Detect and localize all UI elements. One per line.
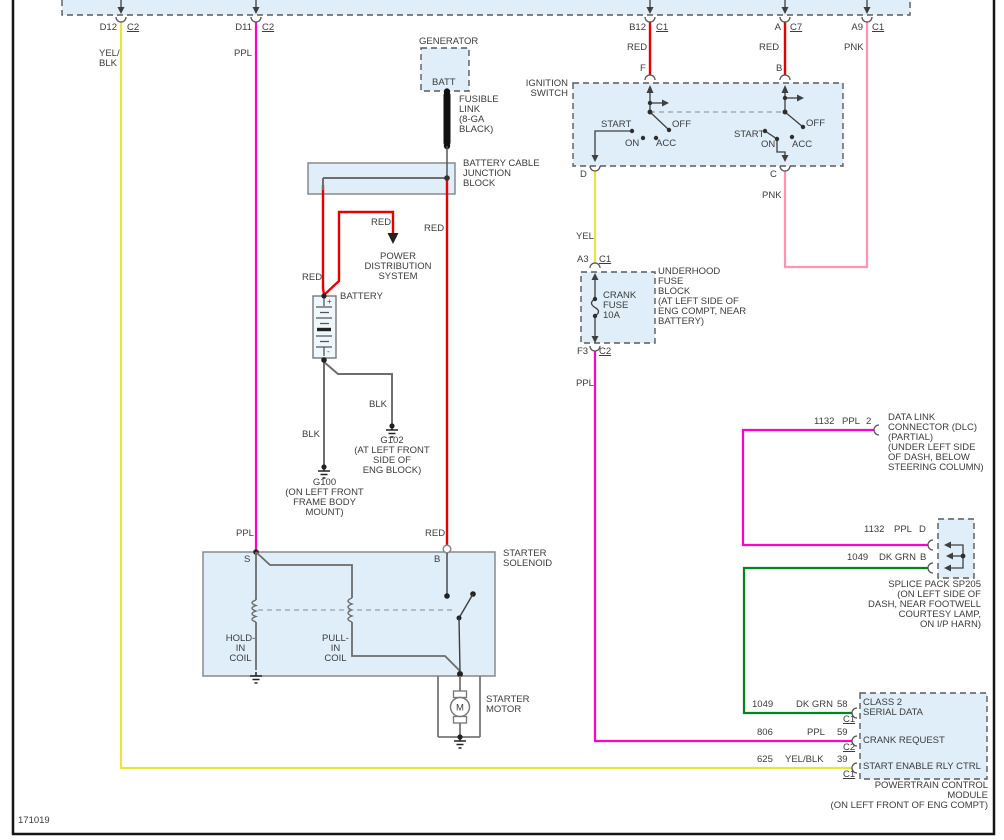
fuse-block-label: UNDERHOOD FUSE BLOCK (AT LEFT SIDE OF EN… <box>658 266 747 327</box>
pin-label-d12: D12 <box>99 22 117 33</box>
drawing-number: 171019 <box>18 815 50 826</box>
generator-title: GENERATOR <box>419 36 479 47</box>
pcm-row3-circuit: 625 <box>757 754 773 765</box>
pcm-label: POWERTRAIN CONTROL MODULE (ON LEFT FRONT… <box>830 780 988 811</box>
splice-b-circuit: 1049 <box>847 552 869 563</box>
wire-label-pnk-top: PNK <box>844 42 864 53</box>
conn-label-c1-1: C1 <box>656 22 669 33</box>
splice-b-color: DK GRN <box>879 552 916 563</box>
solenoid-pin-s: S <box>244 554 251 565</box>
solenoid-pin-b: B <box>434 554 441 565</box>
wire-label-yel-blk: YEL/ BLK <box>99 48 120 69</box>
pcm-row2-color: PPL <box>807 727 825 738</box>
splice-pin-b: B <box>920 552 927 563</box>
generator-batt-label: BATT <box>432 77 456 88</box>
wire-label-red-solenoid-1: RED <box>424 223 445 234</box>
wire-label-red-battery: RED <box>302 272 323 283</box>
g102-label: G102 (AT LEFT FRONT SIDE OF ENG BLOCK) <box>354 435 430 476</box>
wiring-diagram: M D12 C2 YEL/ BLK D11 C2 PPL B12 C1 RED … <box>0 0 1004 840</box>
fuse-conn-c2: C2 <box>599 346 612 357</box>
dlc-label: DATA LINK CONNECTOR (DLC) (PARTIAL) (UND… <box>888 412 984 473</box>
pcm-row2-conn: C2 <box>843 742 856 753</box>
splice-d-color: PPL <box>894 524 912 535</box>
pcm-row2-pin: 59 <box>837 727 848 738</box>
power-dist-arrow <box>387 233 399 244</box>
pin-label-b12: B12 <box>629 22 646 33</box>
wire-label-pnk-c: PNK <box>762 190 782 201</box>
ign-left-start: START <box>601 119 632 130</box>
fusible-link-label: FUSIBLE LINK (8-GA BLACK) <box>459 94 499 135</box>
wire-label-ppl-fuse: PPL <box>576 378 594 389</box>
conn-label-c7: C7 <box>790 22 803 33</box>
ign-left-on: ON <box>625 138 640 149</box>
dlc-wire-color: PPL <box>842 416 860 427</box>
splice-pin-d: D <box>919 524 926 535</box>
power-dist-label: POWER DISTRIBUTION SYSTEM <box>364 251 432 282</box>
wire-label-yel: YEL <box>576 231 594 242</box>
fuse-conn-c1: C1 <box>599 254 612 265</box>
motor-m-glyph: M <box>456 703 464 714</box>
pcm-row3-conn: C1 <box>843 769 856 780</box>
g100-label: G100 (ON LEFT FRONT FRAME BODY MOUNT) <box>285 477 364 518</box>
pin-label-a9: A9 <box>851 22 863 33</box>
conn-label-c2-1: C2 <box>127 22 140 33</box>
wire-label-red-2: RED <box>759 42 780 53</box>
splice-pack-box <box>937 518 975 579</box>
crank-fuse-label: CRANK FUSE 10A <box>603 290 637 321</box>
battery-plus: + <box>327 297 332 306</box>
dlc-pin: 2 <box>866 416 872 427</box>
starter-solenoid-title: STARTER SOLENOID <box>503 548 553 569</box>
pcm-row3-color: YEL/BLK <box>785 754 824 765</box>
ign-right-acc: ACC <box>792 139 813 150</box>
wire-label-ppl-top: PPL <box>234 48 252 59</box>
fuse-pin-f3: F3 <box>577 346 589 357</box>
ign-left-off: OFF <box>672 119 691 130</box>
ign-right-start: START <box>734 129 765 140</box>
pcm-row2-signal: CRANK REQUEST <box>863 735 945 746</box>
pin-label-a: A <box>774 22 781 33</box>
fusible-link-symbol <box>443 92 451 146</box>
wire-label-red-solenoid-2: RED <box>425 528 446 539</box>
starter-motor-title: STARTER MOTOR <box>486 694 530 715</box>
wire-blk-g102 <box>323 361 393 424</box>
wire-label-ppl-s: PPL <box>236 528 254 539</box>
ignition-pin-d: D <box>580 169 587 180</box>
fusible-link-top <box>443 88 451 96</box>
pcm-row1-circuit: 1049 <box>752 699 774 710</box>
pcm-row3-signal: START ENABLE RLY CTRL <box>863 761 981 772</box>
pcm-row2-circuit: 806 <box>757 727 773 738</box>
pcm-row3-pin: 39 <box>837 754 848 765</box>
pcm-row1-signal: CLASS 2 SERIAL DATA <box>863 697 924 718</box>
pcm-row1-color: DK GRN <box>796 699 833 710</box>
junction-dot <box>444 175 450 181</box>
battery-title: BATTERY <box>340 291 383 302</box>
wire-label-red-powerdist: RED <box>371 217 392 228</box>
splice-pack-label: SPLICE PACK SP205 (ON LEFT SIDE OF DASH,… <box>868 579 981 630</box>
wire-label-blk-g102: BLK <box>369 399 387 410</box>
splice-d-circuit: 1132 <box>864 524 885 535</box>
ignition-pin-c: C <box>770 169 777 180</box>
ign-right-off: OFF <box>806 118 825 129</box>
wire-red-battery-feed <box>321 185 326 296</box>
ign-right-on: ON <box>761 139 776 150</box>
pcm-row1-conn: C1 <box>843 714 856 725</box>
ignition-switch-title: IGNITION SWITCH <box>525 78 568 99</box>
wire-label-blk-g100: BLK <box>302 429 320 440</box>
conn-label-c2-2: C2 <box>262 22 275 33</box>
conn-label-c1-2: C1 <box>872 22 885 33</box>
pull-in-coil-label: PULL- IN COIL <box>322 633 349 664</box>
ground-g100-symbol <box>318 464 330 479</box>
pcm-row1-pin: 58 <box>837 699 848 710</box>
ignition-pin-f: F <box>640 63 646 74</box>
battery-symbol <box>312 293 337 363</box>
dlc-circuit: 1132 <box>814 416 835 427</box>
pin-label-d11: D11 <box>235 22 252 33</box>
battery-minus: - <box>327 347 330 356</box>
junction-block-label: BATTERY CABLE JUNCTION BLOCK <box>463 158 540 189</box>
fuse-pin-a3: A3 <box>577 254 589 265</box>
ignition-pin-b: B <box>776 63 783 74</box>
ign-left-acc: ACC <box>656 138 677 149</box>
wire-label-red-1: RED <box>627 42 648 53</box>
hold-in-coil-label: HOLD- IN COIL <box>225 633 256 664</box>
